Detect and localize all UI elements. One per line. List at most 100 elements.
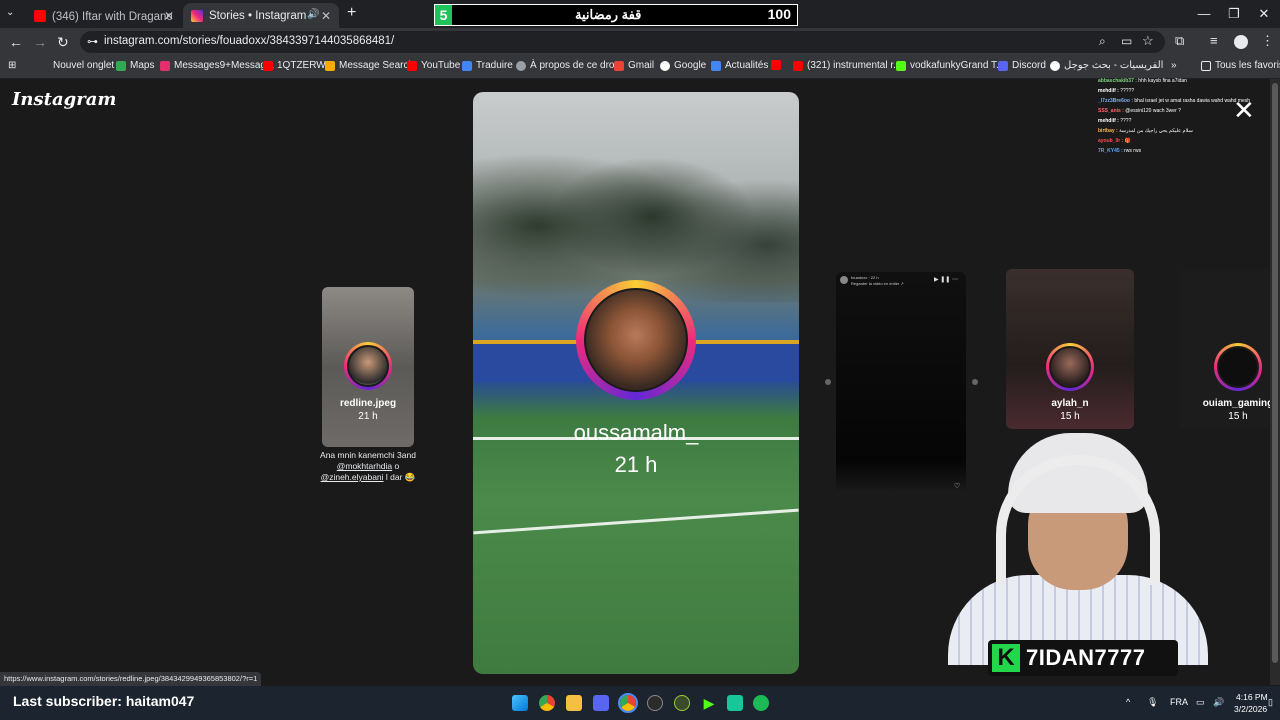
chat-user: ayoub_0r : bbox=[1098, 138, 1124, 144]
story-username: aylah_n bbox=[1051, 398, 1089, 409]
clock-time[interactable]: 4:16 PM bbox=[1236, 692, 1268, 702]
chat-text: rws rws bbox=[1124, 148, 1142, 154]
menu-icon[interactable]: ⋮ bbox=[1261, 33, 1274, 49]
instagram-logo[interactable]: Instagram bbox=[12, 89, 116, 110]
chrome-active-icon[interactable] bbox=[618, 693, 638, 713]
bookmark-label: À propos de ce drop bbox=[530, 60, 621, 71]
spotify-icon[interactable] bbox=[753, 695, 769, 711]
bookmark-item[interactable]: الفريسيات - بحث جوجل bbox=[1050, 60, 1163, 71]
chat-message: _l7zz3Bre6oo : bhal israel jet w amat ra… bbox=[1098, 96, 1278, 106]
tab-instagram[interactable]: Stories • Instagram 🔊 ✕ bbox=[183, 3, 339, 28]
maximize-icon[interactable]: ❐ bbox=[1219, 6, 1249, 22]
folder-icon[interactable] bbox=[566, 695, 582, 711]
apps-icon[interactable]: ⊞ bbox=[8, 60, 16, 71]
tab-search-icon[interactable]: ⌄ bbox=[6, 7, 14, 18]
site-info-icon[interactable]: ⊶ bbox=[87, 35, 98, 48]
tab-youtube[interactable]: (346) Iftar with Draganov 🔥 زار ✕ bbox=[26, 3, 182, 28]
cast-icon[interactable]: ▭ bbox=[1121, 34, 1132, 48]
goal-title: قفة رمضانية bbox=[575, 7, 642, 22]
network-icon[interactable]: ▭ bbox=[1196, 697, 1205, 708]
bookmark-item[interactable]: vodkafunkyGrand T... bbox=[896, 60, 1004, 71]
bookmark-item[interactable]: Traduire bbox=[462, 60, 513, 71]
globe-icon bbox=[516, 60, 526, 71]
story-background bbox=[473, 508, 799, 535]
app-icon[interactable] bbox=[727, 695, 743, 711]
star-icon[interactable]: ☆ bbox=[1142, 33, 1154, 49]
active-story[interactable]: oussamalm_ 21 h bbox=[473, 92, 799, 674]
chat-message: mehdilf : ???? bbox=[1098, 116, 1278, 126]
play-pause-icon[interactable]: ▶ ❚❚ ⋯ bbox=[934, 276, 958, 283]
chat-text: @essini120 wach 3wer ? bbox=[1125, 108, 1181, 114]
stream-chat: abbaschakib37 : hhh kaysb fina a7idan me… bbox=[1098, 76, 1278, 156]
scrollbar[interactable] bbox=[1270, 79, 1280, 685]
bookmark-item[interactable]: À propos de ce drop bbox=[516, 60, 620, 71]
profile-icon[interactable] bbox=[1234, 35, 1248, 49]
windows-start-icon[interactable] bbox=[512, 695, 528, 711]
windows-taskbar: Last subscriber: haitam047 ▶ ^ 🎙 FRA ▭ 🔊… bbox=[0, 686, 1280, 720]
bookmarks-bar: ⊞ Nouvel onglet Maps Messages9+Messag...… bbox=[0, 56, 1280, 79]
youtube-icon bbox=[407, 60, 417, 71]
back-icon[interactable]: ← bbox=[9, 34, 23, 50]
mention-link[interactable]: @mokhtarhdia bbox=[337, 461, 392, 471]
close-icon[interactable]: ✕ bbox=[321, 9, 331, 23]
bookmark-item[interactable]: Message Search bbox=[325, 60, 414, 71]
forward-icon[interactable]: → bbox=[33, 34, 47, 50]
bookmark-item[interactable] bbox=[771, 60, 785, 70]
story-avatar-ring[interactable] bbox=[576, 280, 696, 400]
notifications-icon[interactable]: ▯ bbox=[1268, 697, 1273, 708]
bookmarks-overflow-icon[interactable]: » bbox=[1171, 60, 1177, 71]
close-icon[interactable]: ✕ bbox=[164, 9, 174, 23]
audio-icon[interactable]: 🔊 bbox=[307, 9, 319, 20]
bookmark-label: Traduire bbox=[476, 60, 513, 71]
bookmark-label: Maps bbox=[130, 60, 155, 71]
window-close-icon[interactable]: ✕ bbox=[1249, 6, 1279, 22]
chat-user: mehdilf : bbox=[1098, 118, 1119, 124]
bookmark-label: Nouvel onglet bbox=[53, 60, 115, 71]
stream-goal-bar: 5 قفة رمضانية 100 bbox=[434, 4, 798, 26]
app-icon[interactable] bbox=[647, 695, 663, 711]
clock-date[interactable]: 3/2/2026 bbox=[1234, 704, 1267, 714]
app-icon[interactable] bbox=[674, 695, 690, 711]
bookmark-item[interactable]: (321) instrumental r... bbox=[793, 60, 901, 71]
kick-icon[interactable]: ▶ bbox=[701, 695, 717, 711]
goal-count: 5 bbox=[435, 5, 452, 25]
instagram-icon bbox=[160, 60, 170, 71]
chrome-icon[interactable] bbox=[539, 695, 555, 711]
volume-icon[interactable]: 🔊 bbox=[1213, 697, 1224, 708]
new-tab-icon[interactable]: + bbox=[347, 4, 356, 22]
minimize-icon[interactable]: — bbox=[1189, 6, 1219, 21]
mic-icon[interactable]: 🎙 bbox=[1147, 697, 1158, 708]
chat-user: mehdilf : bbox=[1098, 88, 1119, 94]
address-bar[interactable]: ⊶ instagram.com/stories/fouadoxx/3843397… bbox=[80, 31, 1165, 53]
bookmark-item[interactable]: Tous les favoris bbox=[1201, 60, 1280, 71]
prev-story-indicator[interactable] bbox=[825, 379, 831, 385]
language-indicator[interactable]: FRA bbox=[1170, 697, 1188, 707]
tray-overflow-icon[interactable]: ^ bbox=[1126, 697, 1130, 707]
extensions-icon[interactable]: ⧉ bbox=[1175, 33, 1184, 49]
youtube-icon bbox=[34, 9, 46, 22]
reload-icon[interactable]: ↻ bbox=[57, 34, 69, 51]
mention-link[interactable]: @zineh.elyabani bbox=[321, 472, 384, 482]
bookmark-item[interactable]: Messages9+Messag... bbox=[160, 60, 274, 71]
zoom-icon[interactable]: ⌕ bbox=[1099, 34, 1106, 49]
chat-text: hhh kaysb fina a7idan bbox=[1138, 78, 1187, 84]
instagram-icon bbox=[191, 9, 203, 22]
scrollbar-thumb[interactable] bbox=[1272, 83, 1278, 663]
bookmark-item[interactable]: Actualités bbox=[711, 60, 768, 71]
discord-icon[interactable] bbox=[593, 695, 609, 711]
bookmark-item[interactable]: Maps bbox=[116, 60, 154, 71]
bookmark-item[interactable]: Google bbox=[660, 60, 706, 71]
bookmark-item[interactable]: YouTube bbox=[407, 60, 460, 71]
story-time: 15 h bbox=[1060, 411, 1080, 422]
next-story-indicator[interactable] bbox=[972, 379, 978, 385]
maps-icon bbox=[116, 60, 126, 71]
story-avatar-ring bbox=[1046, 343, 1094, 391]
reading-list-icon[interactable]: ≡ bbox=[1210, 33, 1218, 48]
bookmark-item[interactable]: 1QTZERW bbox=[263, 60, 326, 71]
youtube-icon bbox=[793, 60, 803, 71]
chat-message: 7R_KY45 : rws rws bbox=[1098, 146, 1278, 156]
bookmark-item[interactable]: Discord bbox=[998, 60, 1046, 71]
link-status-url: https://www.instagram.com/stories/redlin… bbox=[0, 672, 262, 686]
bookmark-item[interactable]: Gmail bbox=[614, 60, 654, 71]
bookmark-item[interactable]: Nouvel onglet bbox=[53, 60, 114, 71]
